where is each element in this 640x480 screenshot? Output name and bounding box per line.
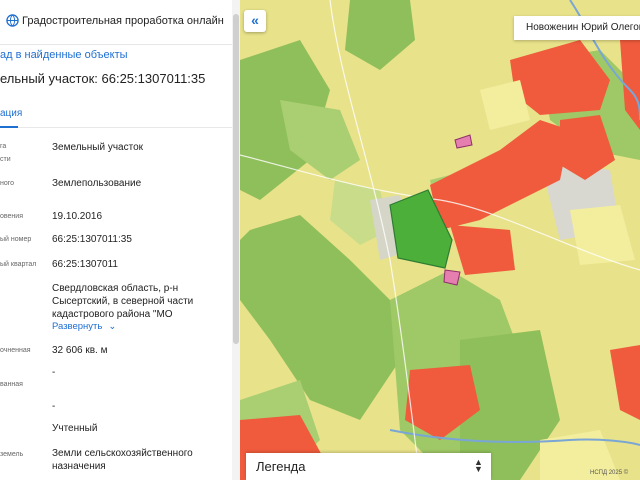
field-value-land-category: Земли сельскохозяйственного назначения [52, 448, 193, 472]
field-value-cadastral-number: 66:25:1307011:35 [52, 234, 132, 245]
active-tab-indicator [0, 126, 18, 128]
map-canvas[interactable] [240, 0, 640, 480]
expand-address-button[interactable]: Развернуть ⌄ [52, 321, 116, 332]
double-chevron-left-icon: « [251, 12, 259, 28]
user-account-button[interactable]: Новоженин Юрий Олегов [514, 16, 640, 40]
field-value-area: 32 606 кв. м [52, 345, 108, 356]
page-title: ельный участок: 66:25:1307011:35 [0, 71, 206, 86]
legend-panel[interactable]: Легенда ▲ ▼ [246, 453, 491, 480]
field-value-object-type: Земельный участок [52, 142, 144, 153]
field-label: ванная [0, 381, 23, 388]
tab-information[interactable]: ация [0, 108, 22, 119]
field-value-cadastral-block: 66:25:1307011 [52, 259, 118, 270]
map-copyright: НСПД 2025 © [590, 470, 629, 476]
app-header: Градостроительная проработка онлайн [0, 0, 232, 45]
globe-icon [6, 14, 19, 27]
field-label: земель [0, 451, 24, 458]
field-label: сти [0, 156, 11, 163]
sort-icon[interactable]: ▲ ▼ [474, 458, 483, 474]
chevron-down-icon: ⌄ [108, 321, 117, 332]
field-value-declared: - [52, 367, 56, 378]
field-value-kind: Землепользование [52, 178, 142, 189]
collapse-panel-button[interactable]: « [244, 10, 266, 32]
legend-label: Легенда [256, 459, 306, 474]
field-label: ного [0, 180, 15, 187]
field-label: овения [0, 213, 23, 220]
field-label: ый квартал [0, 261, 37, 268]
field-value-date: 19.10.2016 [52, 211, 103, 222]
field-value-address: Свердловская область, р-н Сысертский, в … [52, 283, 194, 320]
field-label: очненная [0, 347, 31, 354]
field-label: га [0, 143, 7, 150]
expand-label: Развернуть [52, 321, 103, 332]
back-to-results-link[interactable]: ад в найденные объекты [0, 49, 128, 61]
map-layers [240, 0, 640, 480]
tabs-divider [0, 127, 232, 128]
panel-scrollbar-thumb[interactable] [233, 14, 239, 344]
info-panel: Градостроительная проработка онлайн ад в… [0, 0, 232, 480]
field-value-status: Учтенный [52, 423, 98, 434]
field-label: ый номер [0, 236, 32, 243]
app-title: Градостроительная проработка онлайн [22, 15, 224, 27]
field-value-empty: - [52, 401, 56, 412]
